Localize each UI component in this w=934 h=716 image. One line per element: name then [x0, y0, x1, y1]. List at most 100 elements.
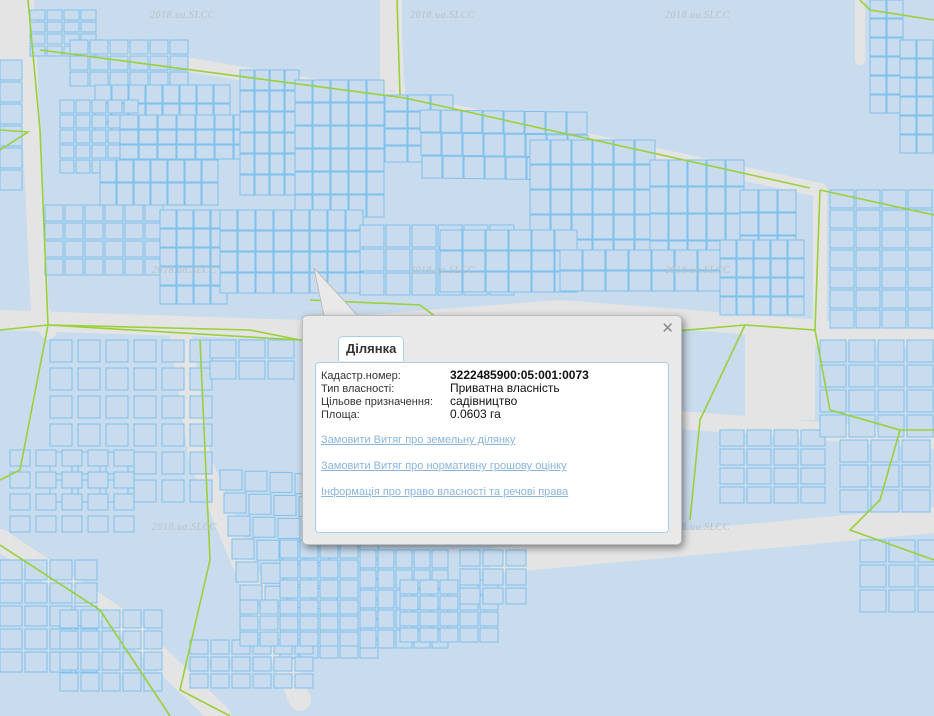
land-parcel[interactable]	[746, 448, 772, 466]
land-parcel[interactable]	[214, 144, 234, 160]
land-parcel[interactable]	[80, 672, 100, 692]
land-parcel[interactable]	[571, 164, 593, 190]
land-parcel[interactable]	[138, 144, 158, 160]
land-parcel[interactable]	[239, 69, 255, 91]
land-parcel[interactable]	[105, 367, 129, 391]
land-parcel[interactable]	[49, 395, 73, 419]
land-parcel[interactable]	[124, 240, 144, 258]
land-parcel[interactable]	[439, 627, 459, 643]
land-parcel[interactable]	[770, 258, 788, 278]
land-parcel[interactable]	[628, 270, 652, 292]
land-parcel[interactable]	[420, 132, 442, 156]
land-parcel[interactable]	[75, 144, 91, 159]
land-parcel[interactable]	[877, 414, 905, 438]
land-parcel[interactable]	[133, 339, 157, 363]
land-parcel[interactable]	[133, 182, 151, 206]
land-parcel[interactable]	[419, 627, 439, 643]
land-parcel[interactable]	[459, 627, 479, 643]
land-parcel[interactable]	[0, 651, 23, 673]
land-parcel[interactable]	[122, 672, 142, 692]
land-parcel[interactable]	[483, 133, 505, 157]
land-parcel[interactable]	[184, 182, 202, 206]
land-parcel[interactable]	[59, 672, 79, 692]
land-parcel[interactable]	[411, 272, 437, 296]
land-parcel[interactable]	[49, 559, 73, 581]
land-parcel[interactable]	[59, 609, 79, 629]
land-parcel[interactable]	[855, 249, 881, 269]
land-parcel[interactable]	[256, 539, 280, 561]
land-parcel[interactable]	[149, 55, 169, 71]
land-parcel[interactable]	[479, 611, 499, 627]
land-parcel[interactable]	[77, 395, 101, 419]
land-parcel[interactable]	[877, 339, 905, 363]
land-parcel[interactable]	[339, 559, 359, 579]
land-parcel[interactable]	[179, 84, 197, 104]
land-parcel[interactable]	[238, 339, 266, 359]
land-parcel[interactable]	[899, 58, 917, 78]
land-parcel[interactable]	[49, 582, 73, 604]
land-parcel[interactable]	[84, 222, 104, 240]
land-parcel[interactable]	[80, 9, 97, 21]
land-parcel[interactable]	[0, 582, 23, 604]
land-parcel[interactable]	[848, 364, 876, 388]
land-parcel[interactable]	[255, 272, 274, 294]
land-parcel[interactable]	[101, 672, 121, 692]
land-parcel[interactable]	[855, 269, 881, 289]
land-parcel[interactable]	[69, 55, 89, 71]
land-parcel[interactable]	[59, 99, 75, 114]
land-parcel[interactable]	[787, 239, 805, 259]
land-parcel[interactable]	[145, 84, 163, 104]
land-parcel[interactable]	[157, 114, 177, 130]
land-parcel[interactable]	[746, 486, 772, 504]
land-parcel[interactable]	[133, 451, 157, 475]
land-parcel[interactable]	[277, 517, 301, 539]
land-parcel[interactable]	[505, 587, 527, 605]
land-parcel[interactable]	[104, 222, 124, 240]
land-parcel[interactable]	[613, 189, 635, 215]
order-land-extract-link[interactable]: Замовити Витяг про земельну ділянку	[321, 434, 515, 446]
land-parcel[interactable]	[84, 258, 104, 276]
land-parcel[interactable]	[150, 159, 168, 183]
land-parcel[interactable]	[531, 229, 555, 251]
land-parcel[interactable]	[119, 129, 139, 145]
land-parcel[interactable]	[24, 582, 48, 604]
land-parcel[interactable]	[99, 159, 117, 183]
land-parcel[interactable]	[161, 339, 185, 363]
land-parcel[interactable]	[327, 209, 346, 231]
land-parcel[interactable]	[339, 599, 359, 615]
land-parcel[interactable]	[339, 631, 359, 647]
land-parcel[interactable]	[916, 77, 934, 97]
land-parcel[interactable]	[829, 229, 855, 249]
land-parcel[interactable]	[157, 129, 177, 145]
land-parcel[interactable]	[239, 599, 259, 615]
land-parcel[interactable]	[109, 71, 129, 87]
land-parcel[interactable]	[687, 213, 707, 241]
land-parcel[interactable]	[279, 579, 299, 599]
land-parcel[interactable]	[613, 139, 635, 165]
land-parcel[interactable]	[916, 134, 934, 154]
land-parcel[interactable]	[294, 148, 313, 172]
land-parcel[interactable]	[35, 493, 57, 511]
land-parcel[interactable]	[330, 79, 349, 103]
land-parcel[interactable]	[279, 615, 299, 631]
land-parcel[interactable]	[159, 228, 177, 248]
land-parcel[interactable]	[706, 186, 726, 214]
land-parcel[interactable]	[9, 449, 31, 467]
land-parcel[interactable]	[189, 479, 213, 503]
land-parcel[interactable]	[29, 21, 46, 33]
land-parcel[interactable]	[901, 464, 931, 488]
land-parcel[interactable]	[91, 99, 107, 114]
land-parcel[interactable]	[273, 272, 292, 294]
land-parcel[interactable]	[366, 148, 385, 172]
land-parcel[interactable]	[231, 656, 251, 672]
land-parcel[interactable]	[237, 251, 256, 273]
land-parcel[interactable]	[706, 213, 726, 241]
land-parcel[interactable]	[254, 132, 270, 154]
land-parcel[interactable]	[917, 564, 934, 588]
land-parcel[interactable]	[59, 129, 75, 144]
land-parcel[interactable]	[719, 239, 737, 259]
land-parcel[interactable]	[291, 209, 310, 231]
land-parcel[interactable]	[89, 71, 109, 87]
land-parcel[interactable]	[104, 204, 124, 222]
land-parcel[interactable]	[61, 471, 83, 489]
